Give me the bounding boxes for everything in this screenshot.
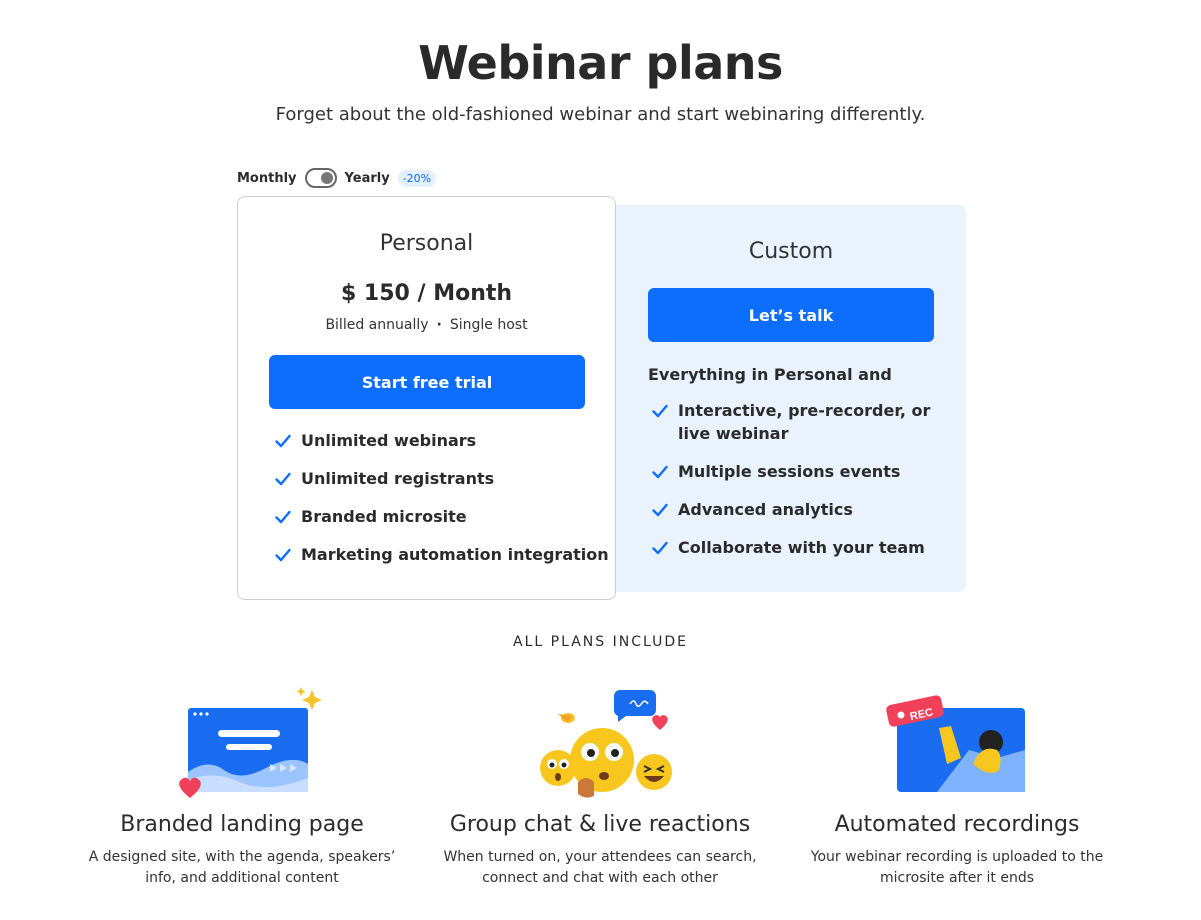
all-plans-include-heading: ALL PLANS INCLUDE bbox=[513, 634, 688, 650]
check-icon bbox=[652, 503, 668, 517]
lets-talk-button[interactable]: Let’s talk bbox=[648, 288, 934, 342]
feature-title: Group chat & live reactions bbox=[449, 812, 751, 837]
list-item: Marketing automation integration bbox=[275, 543, 615, 581]
check-icon bbox=[275, 510, 291, 524]
feature-label: Interactive, pre-recorder, or live webin… bbox=[678, 401, 931, 443]
custom-feature-list: Interactive, pre-recorder, or live webin… bbox=[652, 399, 952, 574]
check-icon bbox=[275, 472, 291, 486]
billed-label: Billed annually bbox=[325, 317, 429, 333]
plan-card-custom: Custom Let’s talk Everything in Personal… bbox=[616, 205, 966, 592]
plan-card-personal: Personal $ 150 / Month Billed annually ·… bbox=[237, 196, 616, 600]
feature-description: Your webinar recording is uploaded to th… bbox=[810, 849, 1104, 886]
personal-feature-list: Unlimited webinars Unlimited registrants… bbox=[275, 429, 615, 581]
billing-toggle-row: Monthly Yearly -20% bbox=[237, 166, 437, 190]
feature-label: Multiple sessions events bbox=[678, 462, 901, 481]
recording-illustration-icon: REC bbox=[886, 695, 1025, 792]
hosts-label: Single host bbox=[449, 317, 528, 333]
list-item: Unlimited webinars bbox=[275, 429, 615, 467]
feature-label: Collaborate with your team bbox=[678, 538, 925, 557]
list-item: Unlimited registrants bbox=[275, 467, 615, 505]
plan-name: Personal bbox=[379, 231, 474, 256]
list-item: Collaborate with your team bbox=[652, 536, 952, 559]
plan-price: $ 150 / Month bbox=[340, 281, 513, 306]
check-icon bbox=[652, 404, 668, 418]
list-item: Multiple sessions events bbox=[652, 460, 952, 483]
page-title: Webinar plans bbox=[418, 36, 783, 90]
switch-knob bbox=[320, 172, 333, 184]
separator-dot: · bbox=[436, 317, 442, 333]
check-icon bbox=[275, 434, 291, 448]
feature-branded-landing-page: Branded landing page A designed site, wi… bbox=[77, 680, 407, 889]
list-item: Branded microsite bbox=[275, 505, 615, 543]
feature-label: Marketing automation integration bbox=[301, 545, 609, 564]
list-item: Interactive, pre-recorder, or live webin… bbox=[652, 399, 952, 445]
feature-automated-recordings: REC Automated recordings Your webinar re… bbox=[792, 680, 1122, 889]
custom-intro: Everything in Personal and bbox=[648, 365, 892, 384]
check-icon bbox=[275, 548, 291, 562]
chat-reactions-illustration-icon bbox=[540, 690, 672, 798]
feature-title: Automated recordings bbox=[834, 812, 1080, 837]
monthly-label[interactable]: Monthly bbox=[237, 171, 297, 186]
billing-period-switch[interactable] bbox=[304, 168, 337, 188]
plan-name: Custom bbox=[748, 239, 834, 264]
page-subtitle: Forget about the old-fashioned webinar a… bbox=[275, 104, 926, 125]
feature-label: Advanced analytics bbox=[678, 500, 853, 519]
check-icon bbox=[652, 465, 668, 479]
feature-label: Unlimited registrants bbox=[301, 469, 495, 488]
feature-description: When turned on, your attendees can searc… bbox=[443, 849, 757, 886]
start-free-trial-button[interactable]: Start free trial bbox=[269, 355, 585, 409]
landing-page-illustration-icon bbox=[179, 687, 322, 798]
check-icon bbox=[652, 541, 668, 555]
billing-info: Billed annually · Single host bbox=[238, 317, 615, 333]
feature-description: A designed site, with the agenda, speake… bbox=[88, 849, 396, 886]
discount-badge: -20% bbox=[397, 169, 437, 187]
feature-label: Branded microsite bbox=[301, 507, 467, 526]
feature-group-chat: Group chat & live reactions When turned … bbox=[435, 680, 765, 889]
list-item: Advanced analytics bbox=[652, 498, 952, 521]
feature-title: Branded landing page bbox=[120, 812, 364, 837]
feature-label: Unlimited webinars bbox=[301, 431, 477, 450]
yearly-label[interactable]: Yearly bbox=[345, 171, 390, 186]
